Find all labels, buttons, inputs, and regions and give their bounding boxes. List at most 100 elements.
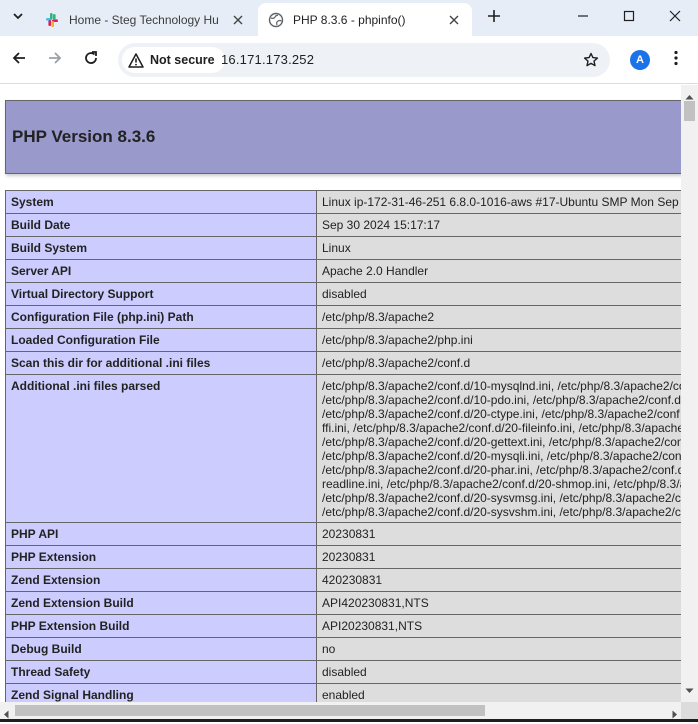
table-row: System Linux ip-172-31-46-251 6.8.0-1016-…	[5, 190, 681, 214]
maximize-icon	[623, 9, 635, 27]
table-row: Debug Build no	[5, 637, 681, 661]
table-row: Zend Extension 420230831	[5, 568, 681, 592]
plus-icon	[487, 9, 501, 28]
new-tab-button[interactable]	[482, 6, 506, 30]
vertical-scroll-thumb[interactable]	[684, 101, 695, 121]
close-window-button[interactable]	[663, 6, 687, 30]
row-key: Loaded Configuration File	[5, 328, 317, 352]
warning-icon	[128, 52, 144, 68]
arrow-left-icon	[11, 50, 27, 71]
row-value-line: readline.ini, /etc/php/8.3/apache2/conf.…	[322, 477, 681, 491]
site-info-button[interactable]: Not secure	[122, 47, 225, 73]
row-value: disabled	[316, 282, 681, 306]
row-key: Configuration File (php.ini) Path	[5, 305, 317, 329]
arrow-right-icon	[47, 50, 63, 71]
table-row: PHP Extension 20230831	[5, 545, 681, 569]
row-value-line: /etc/php/8.3/apache2/conf.d/10-pdo.ini, …	[322, 393, 681, 407]
table-row: Build Date Sep 30 2024 15:17:17	[5, 213, 681, 237]
tab-strip: Home - Steg Technology Hu PHP 8.3.6 - ph…	[0, 0, 698, 36]
reload-button[interactable]	[79, 48, 103, 72]
row-key: Zend Extension	[5, 568, 317, 592]
row-value-line: ffi.ini, /etc/php/8.3/apache2/conf.d/20-…	[322, 421, 681, 435]
close-tab-icon[interactable]	[230, 12, 246, 28]
close-icon	[669, 9, 681, 27]
row-value-line: /etc/php/8.3/apache2/conf.d/20-ctype.ini…	[322, 407, 680, 421]
more-vert-icon	[674, 50, 678, 71]
maximize-button[interactable]	[617, 6, 641, 30]
row-key: PHP Extension	[5, 545, 317, 569]
row-value: Linux ip-172-31-46-251 6.8.0-1016-aws #1…	[316, 190, 681, 214]
horizontal-scroll-thumb[interactable]	[15, 705, 485, 716]
profile-avatar[interactable]: A	[630, 50, 650, 70]
row-value: enabled	[316, 683, 681, 702]
table-row: Loaded Configuration File/etc/php/8.3/ap…	[5, 328, 681, 352]
row-value: 20230831	[316, 545, 681, 569]
row-key: System	[5, 190, 317, 214]
row-key: Server API	[5, 259, 317, 283]
row-value-line: /etc/php/8.3/apache2/conf.d/20-sysvshm.i…	[322, 505, 681, 519]
table-row: Scan this dir for additional .ini files /…	[5, 351, 681, 375]
row-value: Linux	[316, 236, 681, 260]
minimize-button[interactable]	[571, 6, 595, 30]
phpinfo-content: PHP Version 8.3.6 System Linux ip-172-31-…	[5, 100, 681, 702]
back-button[interactable]	[7, 48, 31, 72]
address-bar[interactable]: Not secure 16.171.173.252	[118, 43, 610, 77]
row-key: Debug Build	[5, 637, 317, 661]
tab-title: Home - Steg Technology Hu	[69, 12, 219, 27]
row-value: 20230831	[316, 522, 681, 546]
tab-search-button[interactable]	[6, 6, 30, 30]
table-row: PHP API 20230831	[5, 522, 681, 546]
row-value: no	[316, 637, 681, 661]
security-label: Not secure	[150, 53, 215, 67]
table-row: Virtual Directory Support disabled	[5, 282, 681, 306]
url-text[interactable]: 16.171.173.252	[221, 52, 314, 67]
table-row: Build System Linux	[5, 236, 681, 260]
table-row: Configuration File (php.ini) Path/etc/ph…	[5, 305, 681, 329]
row-key: Virtual Directory Support	[5, 282, 317, 306]
table-row: Thread Safety disabled	[5, 660, 681, 684]
scroll-down-icon[interactable]	[685, 681, 694, 699]
row-value: Apache 2.0 Handler	[316, 259, 681, 283]
minimize-icon	[577, 9, 589, 27]
close-tab-icon[interactable]	[446, 12, 462, 28]
tab-phpinfo[interactable]: PHP 8.3.6 - phpinfo()	[258, 3, 472, 36]
forward-button[interactable]	[43, 48, 67, 72]
vertical-scrollbar[interactable]	[681, 85, 698, 702]
page-title: PHP Version 8.3.6	[12, 127, 156, 146]
row-value-line: /etc/php/8.3/apache2/conf.d/20-sysvmsg.i…	[322, 491, 681, 505]
horizontal-scrollbar[interactable]	[0, 702, 681, 719]
scrollbar-corner	[681, 702, 698, 719]
row-value-line: /etc/php/8.3/apache2/conf.d/20-gettext.i…	[322, 435, 681, 449]
row-value: disabled	[316, 660, 681, 684]
row-key: Thread Safety	[5, 660, 317, 684]
row-key: Scan this dir for additional .ini files	[5, 351, 317, 375]
row-key: Zend Signal Handling	[5, 683, 317, 702]
table-row: PHP Extension Build API20230831,NTS	[5, 614, 681, 638]
row-key: PHP Extension Build	[5, 614, 317, 638]
row-value: API420230831,NTS	[316, 591, 681, 615]
row-value: API20230831,NTS	[316, 614, 681, 638]
row-value: /etc/php/8.3/apache2/php.ini	[316, 328, 681, 352]
table-row: Additional .ini files parsed/etc/php/8.3…	[5, 374, 681, 523]
row-value: /etc/php/8.3/apache2/conf.d/10-mysqlnd.i…	[316, 374, 681, 523]
row-value-line: /etc/php/8.3/apache2/conf.d/20-phar.ini,…	[322, 463, 681, 477]
row-value: /etc/php/8.3/apache2/conf.d	[316, 351, 681, 375]
row-key: PHP API	[5, 522, 317, 546]
page-viewport: PHP Version 8.3.6 System Linux ip-172-31-…	[0, 85, 681, 702]
row-value-line: /etc/php/8.3/apache2/conf.d/20-mysqli.in…	[322, 449, 681, 463]
table-row: Server API Apache 2.0 Handler	[5, 259, 681, 283]
slack-icon	[44, 12, 60, 28]
row-key: Build Date	[5, 213, 317, 237]
table-row: Zend Signal Handling enabled	[5, 683, 681, 702]
bookmark-star-icon[interactable]	[582, 51, 600, 69]
row-key: Additional .ini files parsed	[5, 374, 317, 523]
row-value: /etc/php/8.3/apache2	[316, 305, 681, 329]
browser-menu-button[interactable]	[668, 48, 684, 72]
chevron-down-icon	[12, 9, 24, 27]
php-version-header: PHP Version 8.3.6	[5, 100, 681, 174]
reload-icon	[83, 50, 99, 71]
row-value-line: /etc/php/8.3/apache2/conf.d/10-mysqlnd.i…	[322, 379, 681, 393]
php-info-table: System Linux ip-172-31-46-251 6.8.0-1016-…	[5, 190, 681, 702]
row-value: 420230831	[316, 568, 681, 592]
tab-steg-home[interactable]: Home - Steg Technology Hu	[34, 3, 256, 36]
